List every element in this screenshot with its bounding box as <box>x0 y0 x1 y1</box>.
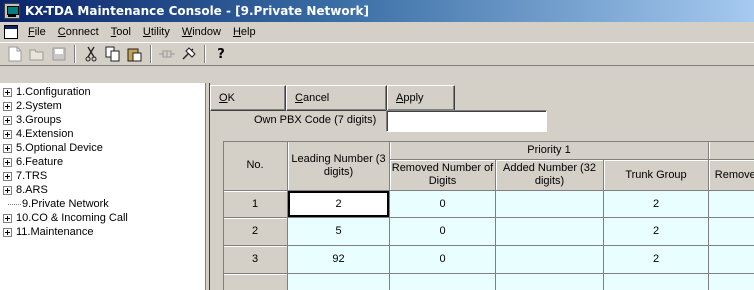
own-pbx-code-input[interactable] <box>386 110 547 132</box>
title-bar: KX-TDA Maintenance Console - [9.Private … <box>0 0 754 22</box>
leading-number-cell[interactable]: 2 <box>288 191 390 218</box>
expand-icon[interactable] <box>3 171 12 181</box>
save-icon[interactable] <box>48 44 70 64</box>
expand-icon[interactable] <box>3 185 12 195</box>
expand-icon[interactable] <box>3 213 12 223</box>
tree-connector <box>8 203 21 205</box>
row-number[interactable]: 2 <box>223 218 288 246</box>
row-number[interactable]: 1 <box>223 191 288 218</box>
trunk-group-cell[interactable]: 2 <box>604 246 709 274</box>
apply-button[interactable]: Apply <box>387 85 455 111</box>
removed-digits-next-cell[interactable] <box>709 246 754 274</box>
toolbar: ? <box>0 42 754 66</box>
menu-file[interactable]: File <box>22 26 52 38</box>
row-number[interactable]: 3 <box>223 246 288 274</box>
header-no: No. <box>223 141 288 191</box>
removed-digits-next-cell[interactable] <box>709 274 754 290</box>
expand-icon[interactable] <box>3 227 12 237</box>
content-pane: OK Cancel Apply Own PBX Code (7 digits) … <box>209 83 754 290</box>
open-folder-icon[interactable] <box>26 44 48 64</box>
added-number-cell[interactable] <box>496 191 604 218</box>
added-number-cell[interactable] <box>496 246 604 274</box>
header-leading-number: Leading Number (3 digits) <box>288 141 390 191</box>
tree-item-optional-device[interactable]: 5.Optional Device <box>3 141 103 155</box>
tree-item-configuration[interactable]: 1.Configuration <box>3 85 91 99</box>
own-pbx-code-label: Own PBX Code (7 digits) <box>254 114 377 126</box>
toolbar-separator <box>150 45 152 63</box>
disconnect-icon[interactable] <box>178 44 200 64</box>
expand-icon[interactable] <box>3 87 12 97</box>
header-priority-next <box>709 141 754 160</box>
removed-digits-cell[interactable]: 0 <box>390 246 496 274</box>
expand-icon[interactable] <box>3 101 12 111</box>
menu-tool[interactable]: Tool <box>105 26 137 38</box>
trunk-group-cell[interactable] <box>604 274 709 290</box>
header-priority-1: Priority 1 <box>390 141 709 160</box>
tree-item-maintenance[interactable]: 11.Maintenance <box>3 225 93 239</box>
new-file-icon[interactable] <box>4 44 26 64</box>
navigation-tree: 1.Configuration 2.System 3.Groups 4.Exte… <box>0 83 205 290</box>
added-number-cell[interactable] <box>496 274 604 290</box>
private-network-grid: No. Leading Number (3 digits) Priority 1… <box>223 141 754 290</box>
header-removed-number-next: Remove of <box>709 160 754 191</box>
tree-item-feature[interactable]: 6.Feature <box>3 155 63 169</box>
leading-number-cell[interactable]: 92 <box>288 246 390 274</box>
copy-icon[interactable] <box>102 44 124 64</box>
removed-digits-cell[interactable] <box>390 274 496 290</box>
leading-number-cell[interactable] <box>288 274 390 290</box>
removed-digits-next-cell[interactable] <box>709 191 754 218</box>
tree-item-private-network[interactable]: 9.Private Network <box>3 197 109 211</box>
toolbar-separator <box>204 45 206 63</box>
trunk-group-cell[interactable]: 2 <box>604 218 709 246</box>
removed-digits-next-cell[interactable] <box>709 218 754 246</box>
connect-icon[interactable] <box>156 44 178 64</box>
tree-item-trs[interactable]: 7.TRS <box>3 169 47 183</box>
menu-utility[interactable]: Utility <box>137 26 176 38</box>
expand-icon[interactable] <box>3 157 12 167</box>
help-icon[interactable]: ? <box>210 44 232 64</box>
menu-window[interactable]: Window <box>176 26 227 38</box>
leading-number-cell[interactable]: 5 <box>288 218 390 246</box>
menu-help[interactable]: Help <box>227 26 262 38</box>
expand-icon[interactable] <box>3 143 12 153</box>
trunk-group-cell[interactable]: 2 <box>604 191 709 218</box>
expand-icon[interactable] <box>3 129 12 139</box>
cut-icon[interactable] <box>80 44 102 64</box>
expand-icon[interactable] <box>3 115 12 125</box>
tree-item-extension[interactable]: 4.Extension <box>3 127 73 141</box>
document-icon[interactable] <box>4 25 18 39</box>
tree-item-co-incoming-call[interactable]: 10.CO & Incoming Call <box>3 211 128 225</box>
menu-connect[interactable]: Connect <box>52 26 105 38</box>
paste-icon[interactable] <box>124 44 146 64</box>
menu-bar: File Connect Tool Utility Window Help <box>0 22 754 42</box>
header-trunk-group: Trunk Group <box>604 160 709 191</box>
ok-button[interactable]: OK <box>210 85 286 111</box>
tree-item-ars[interactable]: 8.ARS <box>3 183 48 197</box>
window-title: KX-TDA Maintenance Console - [9.Private … <box>25 4 369 18</box>
tree-item-groups[interactable]: 3.Groups <box>3 113 61 127</box>
added-number-cell[interactable] <box>496 218 604 246</box>
removed-digits-cell[interactable]: 0 <box>390 218 496 246</box>
header-added-number: Added Number (32 digits) <box>496 160 604 191</box>
row-number[interactable] <box>223 274 288 290</box>
app-icon[interactable] <box>4 3 20 19</box>
header-removed-number: Removed Number of Digits <box>390 160 496 191</box>
tree-item-system[interactable]: 2.System <box>3 99 62 113</box>
cancel-button[interactable]: Cancel <box>286 85 387 111</box>
toolbar-separator <box>74 45 76 63</box>
removed-digits-cell[interactable]: 0 <box>390 191 496 218</box>
